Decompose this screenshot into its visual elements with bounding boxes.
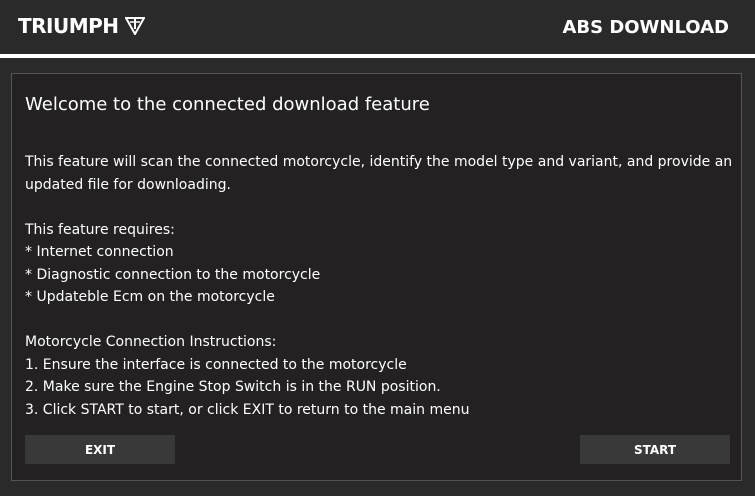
requirement-item: * Updateble Ecm on the motorcycle xyxy=(25,289,275,305)
triumph-triangle-icon xyxy=(124,17,145,35)
page-title: ABS DOWNLOAD xyxy=(562,17,729,38)
exit-button-label: EXIT xyxy=(84,442,116,457)
requirements-heading: This feature requires: xyxy=(25,222,175,238)
description-line: updated file for downloading. xyxy=(25,177,231,193)
start-button[interactable]: START xyxy=(580,435,730,464)
content-panel: Welcome to the connected download featur… xyxy=(11,73,742,481)
start-button-label: START xyxy=(633,442,677,457)
description-line: This feature will scan the connected mot… xyxy=(25,154,733,170)
instruction-item: 2. Make sure the Engine Stop Switch is i… xyxy=(25,379,441,395)
requirement-item: * Internet connection xyxy=(25,244,174,260)
exit-button[interactable]: EXIT xyxy=(25,435,175,464)
welcome-heading: Welcome to the connected download featur… xyxy=(25,94,430,115)
instruction-item: 3. Click START to start, or click EXIT t… xyxy=(25,402,470,418)
instructions-heading: Motorcycle Connection Instructions: xyxy=(25,334,277,350)
requirement-item: * Diagnostic connection to the motorcycl… xyxy=(25,267,321,283)
instruction-item: 1. Ensure the interface is connected to … xyxy=(25,357,407,373)
app-header: TRIUMPH ABS DOWNLOAD xyxy=(0,0,755,54)
header-divider xyxy=(0,54,755,58)
brand-name: TRIUMPH xyxy=(18,14,119,38)
triumph-logo: TRIUMPH xyxy=(18,14,145,38)
